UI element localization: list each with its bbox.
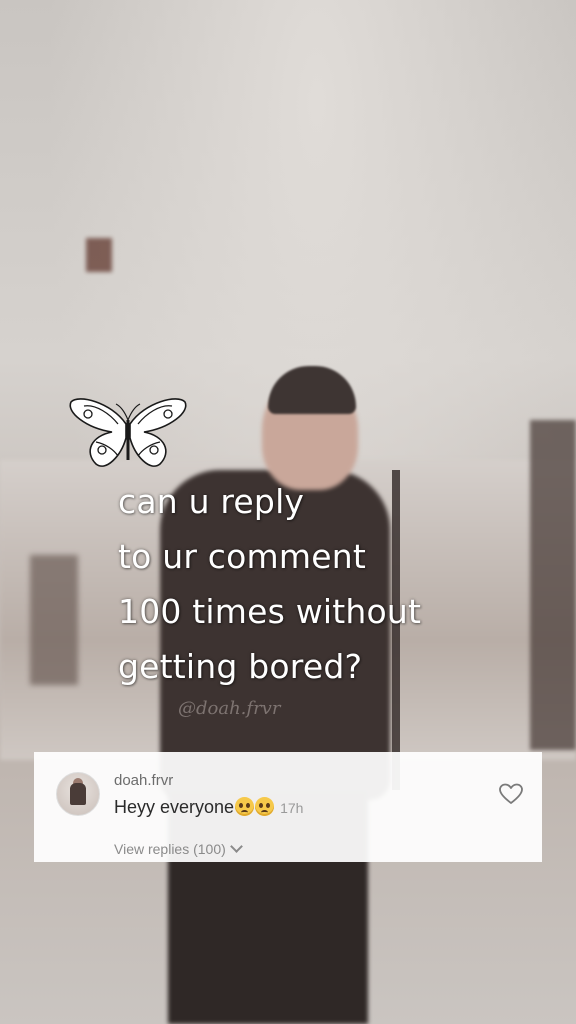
reply-comment-card[interactable]: doah.frvr Heyy everyone 17h View replies …: [34, 752, 542, 862]
chevron-down-icon: [229, 840, 243, 853]
overlay-caption: can u reply to ur comment 100 times with…: [118, 474, 421, 694]
caption-line: to ur comment: [118, 537, 366, 576]
caption-line: getting bored?: [118, 647, 363, 686]
butterfly-icon: [69, 398, 187, 467]
heart-outline-icon[interactable]: [499, 783, 523, 805]
caption-line: 100 times without: [118, 592, 422, 631]
scene-shadow-left: [30, 555, 78, 685]
video-watermark: @doah.frvr: [178, 698, 281, 719]
avatar-figure: [70, 783, 86, 805]
view-replies-label: View replies (100): [114, 841, 226, 857]
caption-line: can u reply: [118, 482, 305, 521]
avatar[interactable]: [56, 772, 100, 816]
pleading-face-icon: [255, 797, 275, 816]
comment-timestamp: 17h: [280, 800, 304, 816]
scene-shadow-right: [530, 420, 576, 750]
pleading-face-icon: [235, 797, 255, 816]
view-replies-link[interactable]: View replies (100): [114, 840, 243, 857]
ceiling-lamp: [86, 238, 112, 272]
comment-body: Heyy everyone 17h: [114, 797, 303, 818]
comment-text: Heyy everyone: [114, 797, 235, 817]
comment-username[interactable]: doah.frvr: [114, 772, 173, 789]
